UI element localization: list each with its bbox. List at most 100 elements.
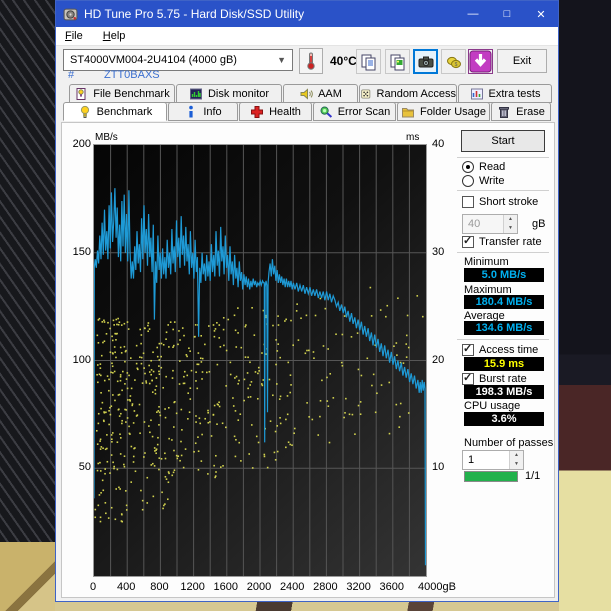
tab-label: AAM: [318, 88, 342, 100]
tab-label: Benchmark: [97, 106, 153, 118]
tab-label: File Benchmark: [93, 88, 169, 100]
app-icon: [63, 7, 78, 22]
average-value: 134.6 MB/s: [464, 321, 544, 335]
maximum-value: 180.4 MB/s: [464, 295, 544, 309]
passes-spinner[interactable]: 1 ▲▼: [462, 450, 524, 470]
y-right-tick: 40: [432, 138, 454, 150]
checkbox-icon: [462, 344, 474, 356]
aam-icon: [299, 87, 313, 101]
folder-usage-icon: [401, 105, 415, 119]
y-left-axis-unit: MB/s: [95, 132, 118, 143]
menu-file[interactable]: File: [65, 30, 83, 42]
camera-icon: [417, 53, 435, 71]
tab-random-access[interactable]: Random Access: [359, 84, 457, 103]
screenshot-button[interactable]: [413, 49, 438, 74]
access-time-checkbox[interactable]: Access time: [462, 344, 538, 356]
save-button[interactable]: [468, 49, 493, 74]
minimum-label: Minimum: [464, 256, 509, 268]
y-left-tick: 100: [64, 354, 91, 366]
coins-icon: $: [445, 53, 463, 71]
minimize-button[interactable]: —: [456, 1, 490, 27]
error-scan-icon: [319, 105, 333, 119]
toolbar: ST4000VM004-2U4104 (4000 gB) ▼ 40°C $ Ex…: [56, 46, 558, 84]
separator: [457, 157, 549, 158]
tab-row-1: File Benchmark Disk monitor AAM Random Acce…: [56, 84, 558, 103]
copy-text-button[interactable]: [356, 49, 381, 74]
drive-select[interactable]: ST4000VM004-2U4104 (4000 gB) ▼: [63, 49, 293, 71]
transfer-rate-checkbox[interactable]: Transfer rate: [462, 236, 542, 248]
progress-fill: [465, 472, 517, 481]
save-arrow-icon: [469, 50, 492, 73]
x-tick: 4000gB: [417, 581, 457, 593]
burst-rate-checkbox[interactable]: Burst rate: [462, 373, 527, 385]
read-radio-label: Read: [479, 161, 505, 173]
cpu-usage-label: CPU usage: [464, 400, 520, 412]
temperature-button[interactable]: [299, 48, 323, 74]
benchmark-chart: [93, 144, 427, 577]
svg-text:$: $: [454, 62, 457, 68]
tab-file-benchmark[interactable]: File Benchmark: [69, 84, 175, 103]
write-radio-label: Write: [479, 175, 504, 187]
wallpaper-left: [0, 0, 55, 611]
tab-label: Erase: [516, 106, 545, 118]
drive-select-value: ST4000VM004-2U4104 (4000 gB): [70, 54, 277, 66]
temperature-value: 40°C: [330, 54, 357, 68]
tab-aam[interactable]: AAM: [283, 84, 358, 103]
burst-rate-label: Burst rate: [479, 373, 527, 385]
tab-row-2: Benchmark InfoHealth Error Scan Folder Usag…: [56, 102, 558, 121]
start-button[interactable]: Start: [461, 130, 545, 152]
tab-label: Error Scan: [338, 106, 391, 118]
disk-monitor-icon: [189, 87, 203, 101]
short-stroke-checkbox[interactable]: Short stroke: [462, 196, 538, 208]
tab-folder-usage[interactable]: Folder Usage: [397, 102, 490, 121]
window-title: HD Tune Pro 5.75 - Hard Disk/SSD Utility: [84, 7, 456, 21]
checkbox-icon: [462, 373, 474, 385]
maximize-button[interactable]: □: [490, 1, 524, 27]
copy-image-button[interactable]: [385, 49, 410, 74]
burst-rate-value: 198.3 MB/s: [464, 385, 544, 399]
tab-info[interactable]: Info: [168, 102, 238, 121]
app-window: HD Tune Pro 5.75 - Hard Disk/SSD Utility…: [55, 0, 559, 602]
drive-serial: ZTT0BAXS: [104, 69, 160, 81]
write-radio[interactable]: Write: [462, 175, 504, 187]
tab-label: Random Access: [377, 88, 456, 100]
cpu-usage-value: 3.6%: [464, 412, 544, 426]
register-button[interactable]: $: [441, 49, 466, 74]
y-left-tick: 200: [64, 138, 91, 150]
checkbox-icon: [462, 196, 474, 208]
exit-button[interactable]: Exit: [497, 49, 547, 73]
benchmark-icon: [78, 105, 92, 119]
close-button[interactable]: ✕: [524, 1, 558, 27]
short-stroke-size-spinner[interactable]: 40 ▲▼: [462, 214, 518, 234]
menu-help[interactable]: Help: [103, 30, 126, 42]
y-left-tick: 50: [64, 461, 91, 473]
tab-benchmark[interactable]: Benchmark: [63, 102, 167, 121]
menu-bar: File Help: [56, 27, 558, 46]
short-stroke-unit: gB: [532, 218, 545, 230]
minimum-value: 5.0 MB/s: [464, 268, 544, 282]
tab-health[interactable]: Health: [239, 102, 312, 121]
tab-extra-tests[interactable]: Extra tests: [458, 84, 552, 103]
copy-image-icon: [389, 53, 407, 71]
read-radio[interactable]: Read: [462, 161, 505, 173]
y-left-tick: 150: [64, 246, 91, 258]
file-benchmark-icon: [74, 87, 88, 101]
thermometer-icon: [305, 52, 317, 70]
y-right-axis-unit: ms: [406, 132, 419, 143]
tab-erase[interactable]: Erase: [491, 102, 551, 121]
spinner-arrows-icon[interactable]: ▲▼: [509, 451, 523, 469]
title-bar[interactable]: HD Tune Pro 5.75 - Hard Disk/SSD Utility…: [56, 1, 558, 27]
separator: [457, 190, 549, 191]
spinner-arrows-icon[interactable]: ▲▼: [503, 215, 517, 233]
tab-strip: File Benchmark Disk monitor AAM Random Acce…: [56, 84, 558, 121]
tab-error-scan[interactable]: Error Scan: [313, 102, 396, 121]
short-stroke-value: 40: [468, 218, 480, 230]
x-tick: 3600: [372, 581, 412, 593]
tab-label: Extra tests: [489, 88, 541, 100]
tab-disk-monitor[interactable]: Disk monitor: [176, 84, 282, 103]
passes-label: Number of passes: [464, 437, 553, 449]
extra-tests-icon: [470, 87, 484, 101]
passes-value: 1: [468, 454, 474, 466]
serial-hash: #: [68, 69, 74, 81]
random-access-icon: [360, 87, 372, 101]
